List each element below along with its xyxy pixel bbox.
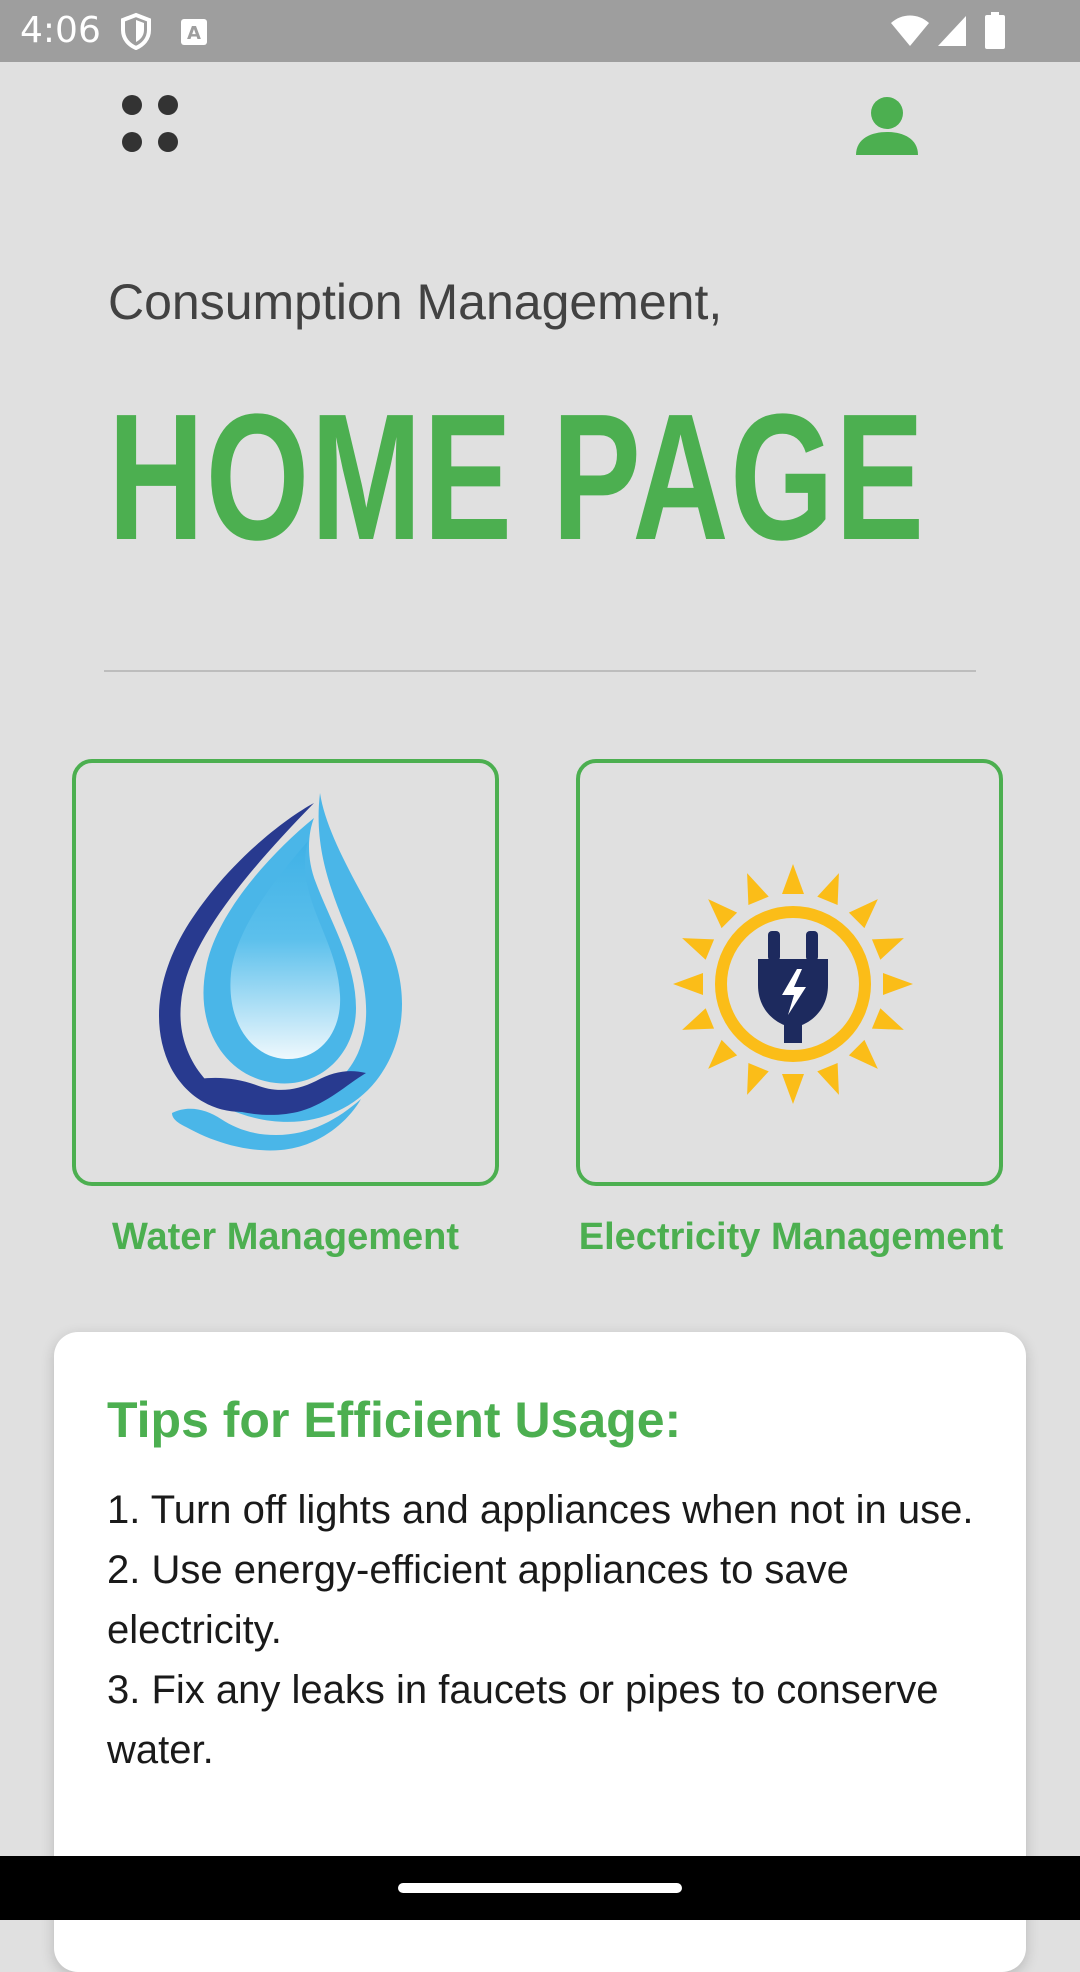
tip-item: 2. Use energy-efficient appliances to sa… <box>107 1548 849 1652</box>
water-drop-hand-icon <box>159 793 403 1151</box>
wifi-icon <box>891 15 929 46</box>
sun-ray <box>871 1008 904 1030</box>
sun-ray <box>708 1039 738 1069</box>
svg-text:A: A <box>187 23 201 44</box>
sun-ray <box>747 1062 769 1095</box>
profile-button[interactable] <box>836 80 932 176</box>
home-indicator[interactable] <box>398 1883 682 1893</box>
menu-button[interactable] <box>104 80 200 176</box>
sun-ray <box>682 938 715 960</box>
page-title: HOME PAGE <box>108 377 926 578</box>
font-a-icon: A <box>181 19 207 45</box>
sun-plug-icon <box>673 864 913 1104</box>
divider <box>104 670 976 672</box>
battery-icon <box>985 12 1005 49</box>
sun-ray <box>747 873 769 906</box>
sun-ray <box>883 973 913 995</box>
status-time: 4:06 <box>20 10 101 51</box>
water-management-card[interactable] <box>72 759 499 1186</box>
sun-ray <box>817 1062 839 1095</box>
water-management-label[interactable]: Water Management <box>72 1212 499 1262</box>
signal-icon <box>938 16 966 46</box>
tip-item: 3. Fix any leaks in faucets or pipes to … <box>107 1668 939 1772</box>
sun-ray <box>848 1039 878 1069</box>
status-bar: 4:06 A <box>0 0 1080 62</box>
electricity-management-label[interactable]: Electricity Management <box>556 1212 1026 1262</box>
navigation-bar <box>0 1856 1080 1920</box>
sun-ray <box>708 899 738 929</box>
person-icon <box>856 97 918 155</box>
tips-list: 1. Turn off lights and appliances when n… <box>107 1480 987 1780</box>
grid-dots-icon <box>122 95 178 152</box>
sun-ray <box>871 938 904 960</box>
electricity-management-card[interactable] <box>576 759 1003 1186</box>
sun-ray <box>817 873 839 906</box>
tips-title: Tips for Efficient Usage: <box>107 1392 682 1448</box>
sun-ray <box>682 1008 715 1030</box>
sun-ray <box>782 1074 804 1104</box>
sun-ray <box>782 864 804 894</box>
sun-ray <box>673 973 703 995</box>
sun-ray <box>848 899 878 929</box>
tip-item: 1. Turn off lights and appliances when n… <box>107 1488 974 1532</box>
page-subtitle: Consumption Management, <box>108 274 723 330</box>
shield-icon <box>121 12 151 50</box>
